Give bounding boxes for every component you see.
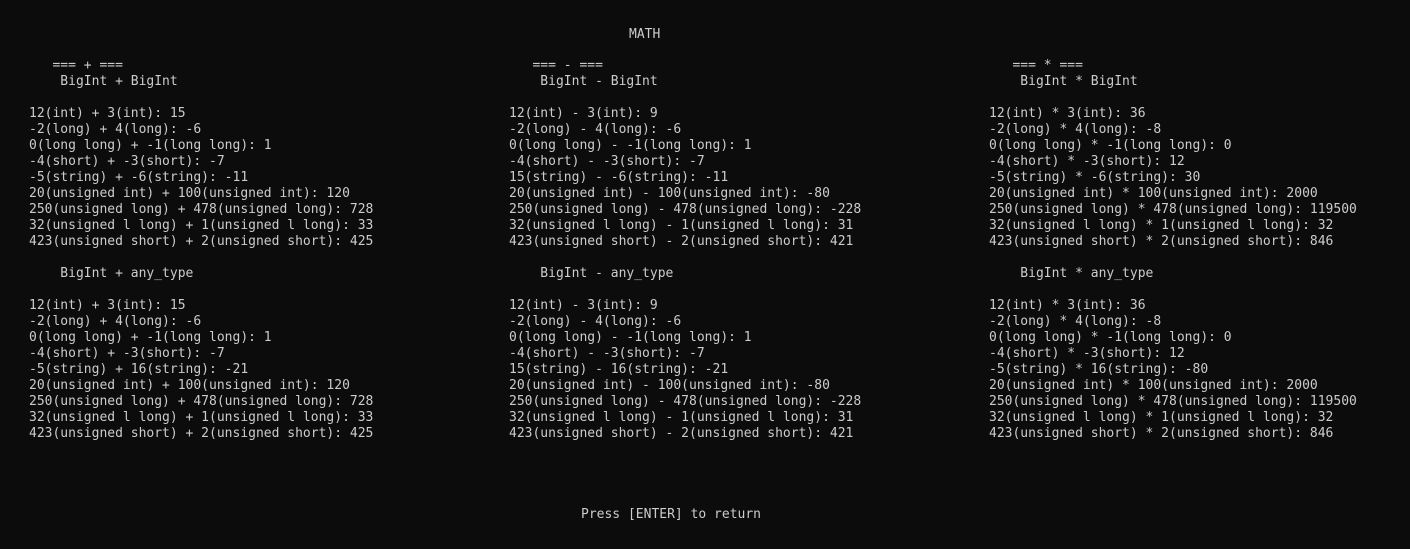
result-line: -4(short) - -3(short): -7	[509, 346, 705, 361]
section-title: BigInt * BigInt	[989, 74, 1138, 89]
result-line: 12(int) - 3(int): 9	[509, 106, 658, 121]
result-line: 250(unsigned long) * 478(unsigned long):…	[989, 202, 1357, 217]
result-line: -2(long) - 4(long): -6	[509, 314, 682, 329]
result-line: 250(unsigned long) + 478(unsigned long):…	[29, 202, 374, 217]
result-line: -4(short) + -3(short): -7	[29, 154, 225, 169]
result-line: -2(long) - 4(long): -6	[509, 122, 682, 137]
result-line: 32(unsigned l long) + 1(unsigned l long)…	[29, 410, 374, 425]
result-line: 0(long long) - -1(long long): 1	[509, 330, 752, 345]
result-line: -2(long) + 4(long): -6	[29, 314, 202, 329]
op-header: === + ===	[29, 58, 123, 73]
result-line: 12(int) + 3(int): 15	[29, 298, 186, 313]
result-line: -5(string) + 16(string): -21	[29, 362, 249, 377]
result-line: 250(unsigned long) - 478(unsigned long):…	[509, 394, 862, 409]
result-line: 0(long long) + -1(long long): 1	[29, 330, 272, 345]
section-title: BigInt - any_type	[509, 266, 674, 281]
result-line: 32(unsigned l long) - 1(unsigned l long)…	[509, 410, 854, 425]
result-line: -2(long) * 4(long): -8	[989, 122, 1162, 137]
result-line: 15(string) - -6(string): -11	[509, 170, 729, 185]
return-prompt: Press [ENTER] to return	[581, 507, 762, 522]
result-line: 0(long long) + -1(long long): 1	[29, 138, 272, 153]
result-line: 20(unsigned int) - 100(unsigned int): -8…	[509, 378, 830, 393]
result-line: 0(long long) * -1(long long): 0	[989, 138, 1232, 153]
result-line: 0(long long) * -1(long long): 0	[989, 330, 1232, 345]
section-title: BigInt + BigInt	[29, 74, 178, 89]
section-title: BigInt - BigInt	[509, 74, 658, 89]
result-line: 12(int) - 3(int): 9	[509, 298, 658, 313]
result-line: 32(unsigned l long) + 1(unsigned l long)…	[29, 218, 374, 233]
section-title: BigInt + any_type	[29, 266, 194, 281]
result-line: -2(long) * 4(long): -8	[989, 314, 1162, 329]
result-line: 12(int) + 3(int): 15	[29, 106, 186, 121]
result-line: 0(long long) - -1(long long): 1	[509, 138, 752, 153]
result-line: 423(unsigned short) - 2(unsigned short):…	[509, 234, 854, 249]
result-line: -2(long) + 4(long): -6	[29, 122, 202, 137]
result-line: -4(short) - -3(short): -7	[509, 154, 705, 169]
result-line: 32(unsigned l long) - 1(unsigned l long)…	[509, 218, 854, 233]
op-header: === * ===	[989, 58, 1083, 73]
result-line: -5(string) * 16(string): -80	[989, 362, 1209, 377]
result-line: 20(unsigned int) * 100(unsigned int): 20…	[989, 378, 1318, 393]
result-line: 20(unsigned int) + 100(unsigned int): 12…	[29, 378, 350, 393]
result-line: 12(int) * 3(int): 36	[989, 298, 1146, 313]
console-window: MATH === + === BigInt + BigInt 12(int) +…	[0, 0, 1410, 549]
section-title: BigInt * any_type	[989, 266, 1154, 281]
result-line: 423(unsigned short) - 2(unsigned short):…	[509, 426, 854, 441]
result-line: 250(unsigned long) * 478(unsigned long):…	[989, 394, 1357, 409]
result-line: 20(unsigned int) - 100(unsigned int): -8…	[509, 186, 830, 201]
result-line: 423(unsigned short) * 2(unsigned short):…	[989, 426, 1334, 441]
result-line: -5(string) * -6(string): 30	[989, 170, 1201, 185]
result-line: 423(unsigned short) * 2(unsigned short):…	[989, 234, 1334, 249]
result-line: 20(unsigned int) * 100(unsigned int): 20…	[989, 186, 1318, 201]
op-header: === - ===	[509, 58, 603, 73]
result-line: -4(short) * -3(short): 12	[989, 154, 1185, 169]
result-line: 15(string) - 16(string): -21	[509, 362, 729, 377]
result-line: 20(unsigned int) + 100(unsigned int): 12…	[29, 186, 350, 201]
result-line: 423(unsigned short) + 2(unsigned short):…	[29, 426, 374, 441]
result-line: 32(unsigned l long) * 1(unsigned l long)…	[989, 410, 1334, 425]
page-title: MATH	[629, 27, 661, 42]
result-line: 250(unsigned long) - 478(unsigned long):…	[509, 202, 862, 217]
result-line: -5(string) + -6(string): -11	[29, 170, 249, 185]
result-line: -4(short) * -3(short): 12	[989, 346, 1185, 361]
result-line: 32(unsigned l long) * 1(unsigned l long)…	[989, 218, 1334, 233]
result-line: 250(unsigned long) + 478(unsigned long):…	[29, 394, 374, 409]
result-line: 12(int) * 3(int): 36	[989, 106, 1146, 121]
result-line: 423(unsigned short) + 2(unsigned short):…	[29, 234, 374, 249]
result-line: -4(short) + -3(short): -7	[29, 346, 225, 361]
